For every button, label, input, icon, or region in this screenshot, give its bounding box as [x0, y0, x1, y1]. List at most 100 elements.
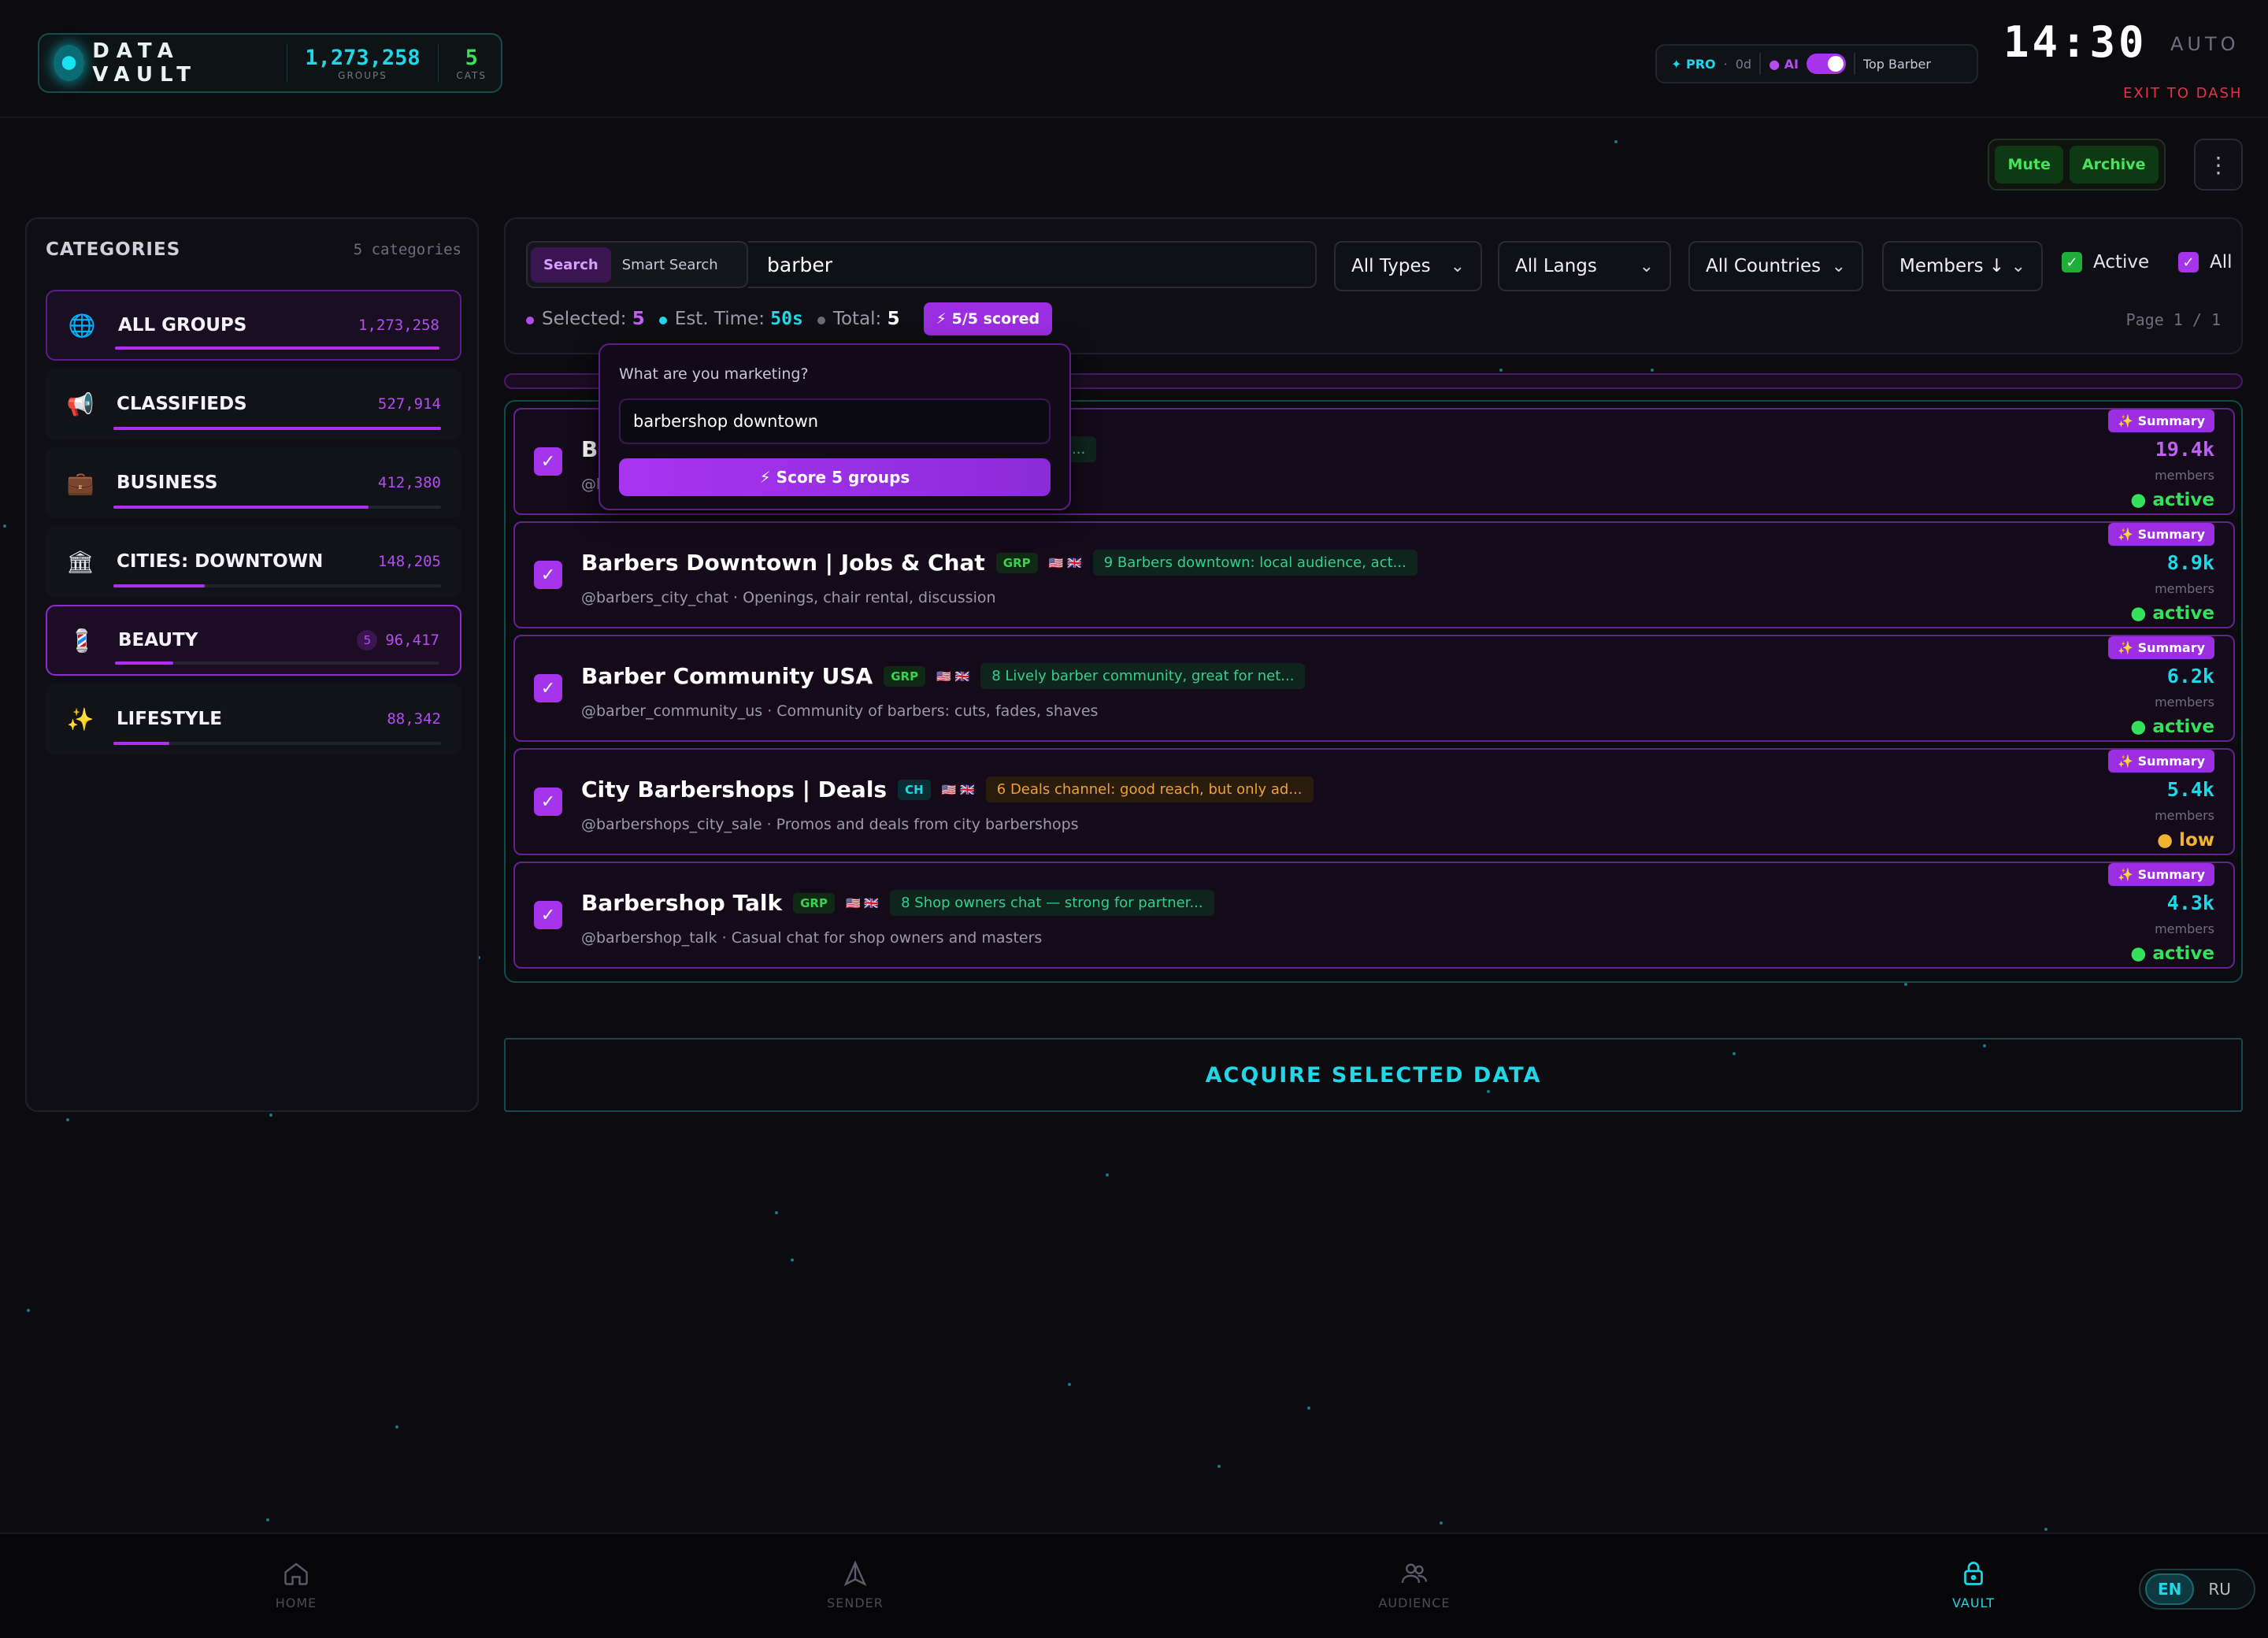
- row-checkbox[interactable]: ✓: [534, 901, 562, 929]
- category-item[interactable]: ✨ LIFESTYLE 88,342: [46, 684, 461, 754]
- member-count: 6.2k: [2166, 665, 2214, 687]
- send-icon: [839, 1558, 871, 1589]
- category-count: 412,380: [377, 474, 441, 491]
- divider: [437, 44, 439, 82]
- scored-badge[interactable]: ⚡ 5/5 scored: [923, 302, 1053, 335]
- category-count: 527,914: [377, 395, 441, 413]
- barber-pole-icon: 💈: [68, 627, 96, 654]
- country-filter-select[interactable]: All Countries ⌄: [1688, 241, 1863, 291]
- group-row[interactable]: ✓ City Barbershops | Deals CH 🇺🇸 🇬🇧 6 Deals …: [513, 748, 2235, 855]
- category-count: 96,417: [385, 632, 439, 649]
- nav-audience-label: AUDIENCE: [1378, 1595, 1451, 1610]
- cats-value: 5: [465, 45, 478, 70]
- category-item[interactable]: 💈 BEAUTY 5 96,417: [46, 605, 461, 676]
- megaphone-icon: 📢: [66, 391, 94, 417]
- member-count: 8.9k: [2166, 551, 2214, 574]
- nav-vault[interactable]: VAULT: [1903, 1558, 2044, 1610]
- category-count: 88,342: [387, 710, 441, 728]
- search-input[interactable]: [748, 241, 1317, 288]
- category-progress-fill: [113, 427, 441, 430]
- ai-score-badge[interactable]: 8 Shop owners chat — strong for partner.…: [890, 890, 1214, 916]
- type-filter-select[interactable]: All Types ⌄: [1334, 241, 1482, 291]
- cats-label: CATS: [456, 69, 487, 81]
- score-groups-button[interactable]: ⚡ Score 5 groups: [619, 458, 1051, 496]
- summary-button[interactable]: ✨ Summary: [2108, 750, 2214, 773]
- active-filter-label: Active: [2093, 252, 2150, 272]
- language-flags: 🇺🇸 🇬🇧: [936, 669, 970, 684]
- nav-audience[interactable]: AUDIENCE: [1343, 1558, 1485, 1610]
- group-row[interactable]: ✓ Barbers Downtown | Jobs & Chat GRP 🇺🇸 🇬🇧 9…: [513, 521, 2235, 628]
- chevron-down-icon: ⌄: [1639, 256, 1654, 276]
- top-bar: DATA VAULT 1,273,258 GROUPS 5 CATS ✦ PRO…: [0, 0, 2268, 118]
- search-mode-toggle: Search Smart Search: [526, 241, 748, 288]
- lang-filter-select[interactable]: All Langs ⌄: [1498, 241, 1671, 291]
- row-title: Barbers Downtown | Jobs & Chat GRP 🇺🇸 🇬🇧 9 …: [581, 550, 1418, 576]
- nav-sender[interactable]: SENDER: [784, 1558, 926, 1610]
- ai-score-badge[interactable]: 6 Deals channel: good reach, but only ad…: [985, 776, 1314, 802]
- all-filter-checkbox[interactable]: ✓ All: [2178, 252, 2233, 272]
- row-checkbox[interactable]: ✓: [534, 561, 562, 589]
- divider: [1759, 53, 1762, 75]
- row-checkbox[interactable]: ✓: [534, 447, 562, 476]
- category-progress-fill: [113, 506, 369, 509]
- clock: 14:30: [2003, 17, 2148, 67]
- archive-button[interactable]: Archive: [2069, 146, 2159, 183]
- selected-label: Selected:: [542, 309, 627, 329]
- mute-button[interactable]: Mute: [1995, 146, 2063, 183]
- ai-label: ● AI: [1769, 56, 1799, 72]
- group-row[interactable]: ✓ Barber Community USA GRP 🇺🇸 🇬🇧 8 Lively ba…: [513, 635, 2235, 742]
- member-label: members: [2155, 808, 2214, 823]
- category-item[interactable]: 🌐 ALL GROUPS 1,273,258: [46, 290, 461, 361]
- member-label: members: [2155, 695, 2214, 710]
- groups-label: GROUPS: [338, 69, 387, 81]
- sort-select[interactable]: Members ↓ ⌄: [1882, 241, 2043, 291]
- activity-status: ● low: [2156, 830, 2214, 850]
- acquire-data-button[interactable]: ACQUIRE SELECTED DATA: [504, 1038, 2243, 1112]
- row-checkbox[interactable]: ✓: [534, 788, 562, 816]
- category-count: 148,205: [377, 553, 441, 570]
- groups-value: 1,273,258: [305, 45, 421, 70]
- exit-to-dash-link[interactable]: EXIT TO DASH: [2123, 85, 2242, 102]
- summary-button[interactable]: ✨ Summary: [2108, 523, 2214, 546]
- score-popover: What are you marketing? ⚡ Score 5 groups: [598, 343, 1071, 510]
- group-type-tag: CH: [898, 779, 931, 800]
- pro-badge: ✦ PRO: [1671, 56, 1716, 72]
- member-count: 5.4k: [2166, 778, 2214, 801]
- tab-search[interactable]: Search: [531, 246, 611, 283]
- page-indicator: Page 1 / 1: [2125, 310, 2221, 329]
- activity-status: ● active: [2130, 603, 2214, 624]
- activity-status: ● active: [2130, 717, 2214, 737]
- nav-home-label: HOME: [275, 1595, 317, 1610]
- est-time-stat: Est. Time: 50s: [658, 309, 803, 329]
- marketing-input[interactable]: [619, 398, 1051, 444]
- category-item[interactable]: 💼 BUSINESS 412,380: [46, 447, 461, 518]
- category-item[interactable]: 🏛 CITIES: DOWNTOWN 148,205: [46, 526, 461, 597]
- member-label: members: [2155, 468, 2214, 483]
- group-row[interactable]: ✓ Barbershop Talk GRP 🇺🇸 🇬🇧 8 Shop owners ch…: [513, 862, 2235, 969]
- summary-button[interactable]: ✨ Summary: [2108, 636, 2214, 659]
- sparkles-icon: ✨: [66, 706, 94, 732]
- summary-button[interactable]: ✨ Summary: [2108, 410, 2214, 432]
- language-switch: EN RU: [2139, 1569, 2255, 1610]
- row-title: Barbershop Talk GRP 🇺🇸 🇬🇧 8 Shop owners cha…: [581, 890, 1214, 916]
- lang-en-button[interactable]: EN: [2145, 1573, 2195, 1605]
- category-progress-fill: [113, 742, 169, 745]
- ai-score-badge[interactable]: 8 Lively barber community, great for net…: [980, 663, 1306, 689]
- tab-smart-search[interactable]: Smart Search: [614, 247, 726, 283]
- ai-score-badge[interactable]: 9 Barbers downtown: local audience, act.…: [1092, 550, 1418, 576]
- days-counter: 0d: [1735, 56, 1752, 72]
- group-name: City Barbershops | Deals: [581, 776, 888, 802]
- active-filter-checkbox[interactable]: ✓ Active: [2062, 252, 2149, 272]
- category-progress-fill: [115, 346, 439, 350]
- lang-ru-button[interactable]: RU: [2199, 1575, 2240, 1603]
- group-type-tag: GRP: [793, 892, 835, 914]
- more-menu-button[interactable]: ⋮: [2194, 139, 2243, 191]
- sidebar-title: CATEGORIES: [46, 239, 181, 260]
- summary-button[interactable]: ✨ Summary: [2108, 863, 2214, 886]
- row-checkbox[interactable]: ✓: [534, 674, 562, 702]
- category-progress: [115, 662, 439, 665]
- row-title: City Barbershops | Deals CH 🇺🇸 🇬🇧 6 Deals c…: [581, 776, 1314, 802]
- category-item[interactable]: 📢 CLASSIFIEDS 527,914: [46, 369, 461, 439]
- nav-home[interactable]: HOME: [225, 1558, 367, 1610]
- ai-toggle[interactable]: [1806, 54, 1846, 74]
